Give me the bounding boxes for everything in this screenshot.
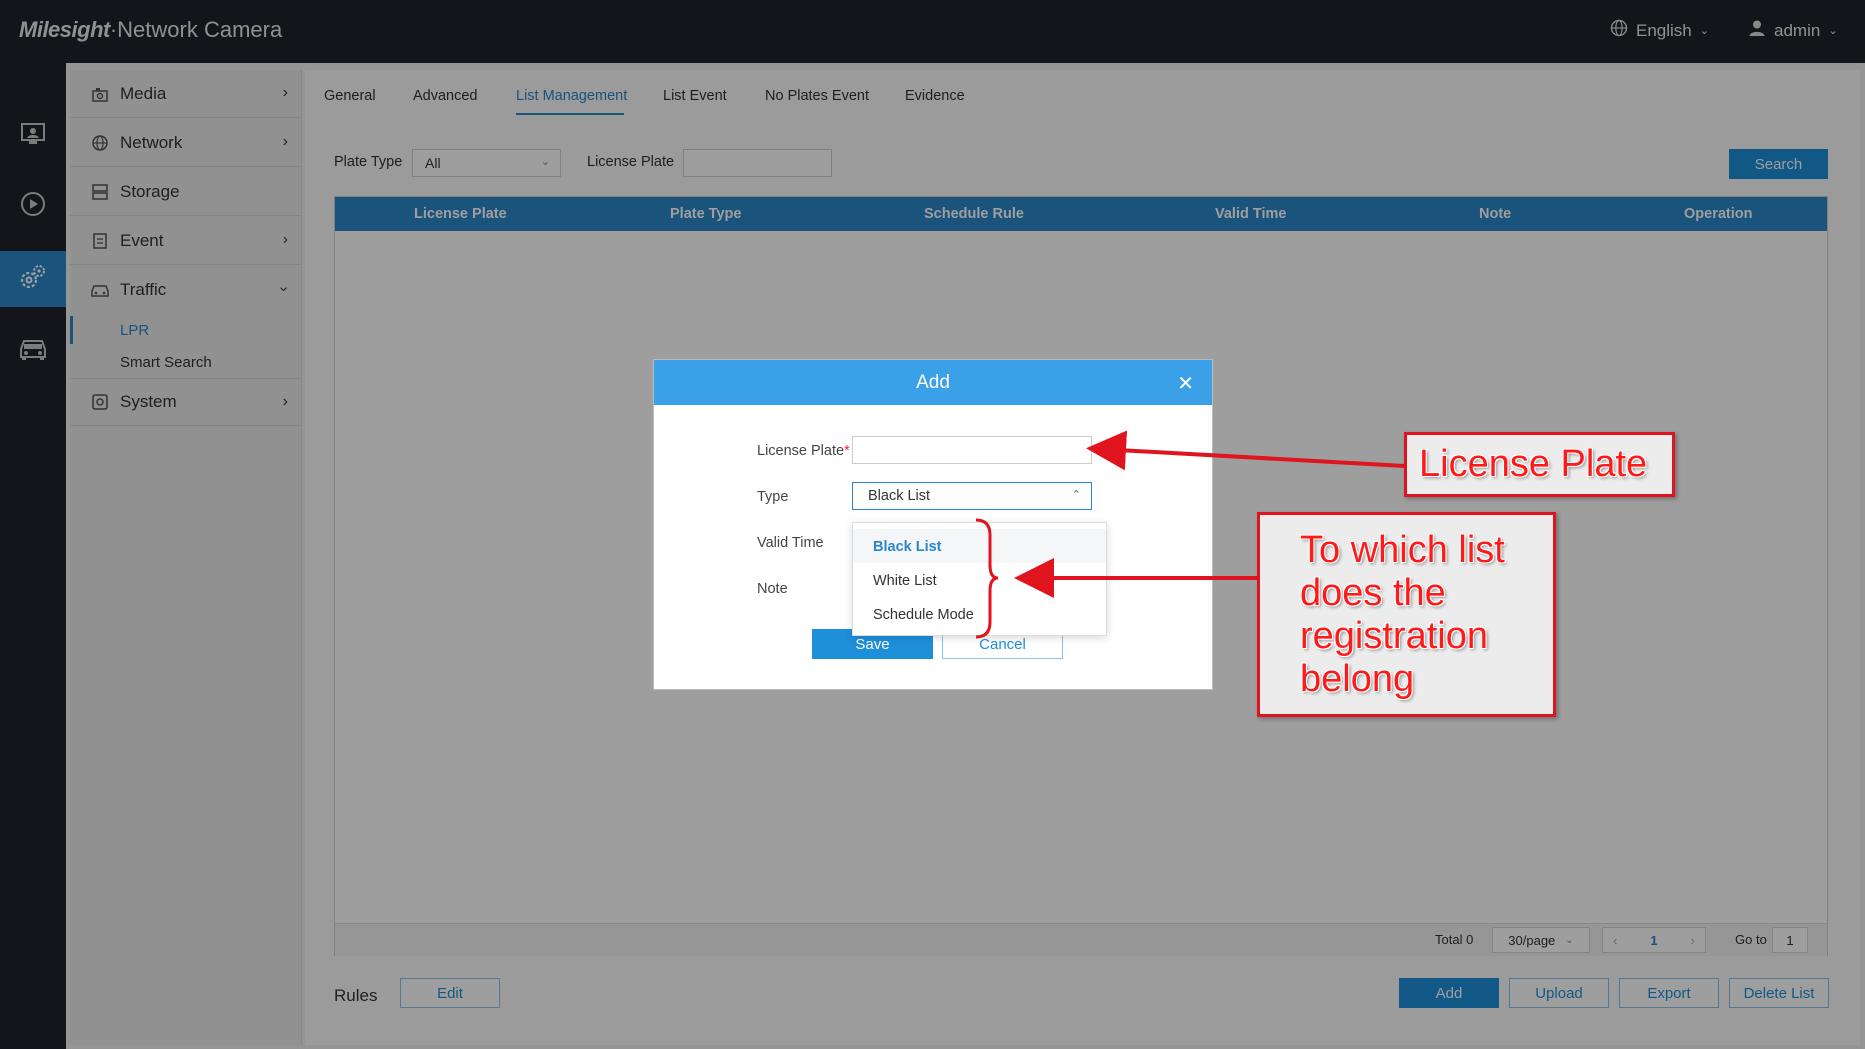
dropdown-bracket <box>975 518 999 639</box>
list-type-callout: To which list does the registration belo… <box>1257 512 1556 717</box>
list-type-callout-line-4: belong <box>1300 658 1415 700</box>
list-type-callout-line-2: does the <box>1300 572 1446 614</box>
list-type-callout-line-1: To which list <box>1300 529 1505 571</box>
license-plate-arrow <box>1086 430 1405 471</box>
annotation-arrows <box>975 430 1405 639</box>
license-plate-callout: License Plate <box>1404 432 1675 497</box>
license-plate-callout-text: License Plate <box>1419 443 1648 485</box>
list-type-callout-line-3: registration <box>1300 615 1488 657</box>
